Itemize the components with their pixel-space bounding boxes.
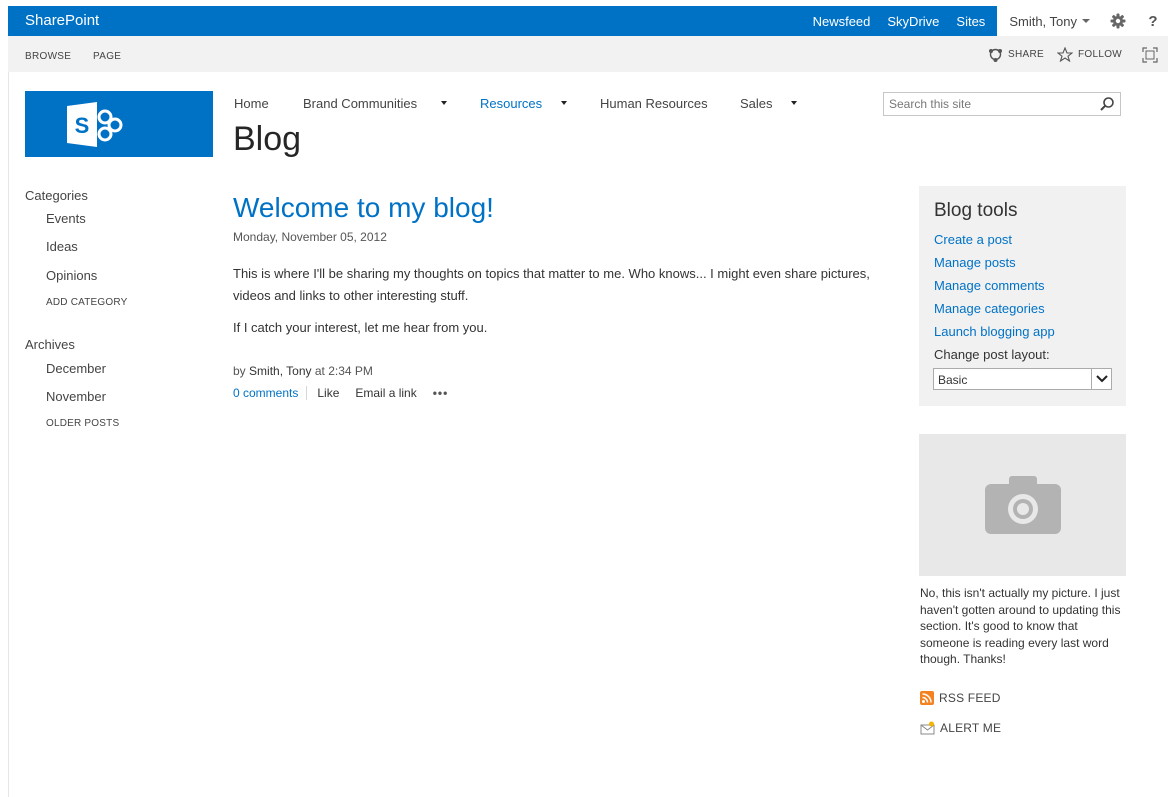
focus-icon: [1142, 47, 1158, 63]
ribbon-bar: BROWSE PAGE SHARE FOLLOW: [8, 36, 1168, 72]
nav-item-human-resources[interactable]: Human Resources: [600, 96, 708, 111]
settings-button[interactable]: [1098, 6, 1138, 36]
rss-icon: [920, 691, 934, 705]
chevron-down-icon: [1082, 19, 1090, 23]
user-menu[interactable]: Smith, Tony: [997, 6, 1098, 36]
svg-text:S: S: [75, 113, 90, 138]
post-layout-label: Change post layout:: [934, 347, 1050, 362]
nav-item-home[interactable]: Home: [234, 96, 269, 111]
post-layout-select[interactable]: Basic: [933, 368, 1112, 390]
ribbon-tab-browse[interactable]: BROWSE: [25, 51, 71, 62]
gear-icon: [1110, 13, 1126, 29]
post-layout-value: Basic: [938, 373, 968, 387]
search-icon: [1100, 97, 1114, 111]
categories-heading[interactable]: Categories: [25, 188, 88, 203]
user-name: Smith, Tony: [1009, 13, 1077, 29]
post-paragraph: If I catch your interest, let me hear fr…: [233, 320, 488, 335]
search-box: [883, 92, 1121, 116]
chevron-down-icon[interactable]: [791, 101, 797, 105]
email-link[interactable]: Email a link: [355, 386, 416, 400]
blog-tools-panel: Blog tools Create a post Manage posts Ma…: [919, 186, 1126, 406]
byline-prefix: by: [233, 364, 246, 378]
alert-icon: [920, 721, 935, 735]
like-link[interactable]: Like: [317, 386, 339, 400]
brand-label[interactable]: SharePoint: [25, 12, 99, 29]
ribbon-tab-page[interactable]: PAGE: [93, 51, 121, 62]
older-posts-link[interactable]: OLDER POSTS: [46, 418, 119, 429]
profile-picture: [919, 434, 1126, 576]
help-button[interactable]: ?: [1138, 6, 1168, 36]
post-time: at 2:34 PM: [314, 364, 373, 378]
post-byline: by Smith, Tony at 2:34 PM: [233, 364, 373, 378]
manage-posts-link[interactable]: Manage posts: [934, 255, 1016, 270]
blog-tools-title: Blog tools: [934, 200, 1018, 221]
follow-label: FOLLOW: [1078, 49, 1123, 60]
sharepoint-logo: S: [67, 102, 123, 147]
nav-item-sales[interactable]: Sales: [740, 96, 773, 111]
select-dropdown-button[interactable]: [1091, 369, 1111, 389]
focus-content-button[interactable]: [1142, 47, 1163, 63]
post-author[interactable]: Smith, Tony: [249, 364, 311, 378]
site-logo[interactable]: S: [25, 91, 213, 157]
category-ideas[interactable]: Ideas: [46, 239, 78, 254]
share-label: SHARE: [1008, 49, 1044, 60]
rss-feed-link[interactable]: RSS FEED: [920, 691, 1001, 705]
add-category-link[interactable]: ADD CATEGORY: [46, 297, 128, 308]
suite-link-newsfeed[interactable]: Newsfeed: [813, 14, 871, 29]
nav-item-brand-communities[interactable]: Brand Communities: [303, 96, 417, 111]
archive-december[interactable]: December: [46, 361, 106, 376]
chevron-down-icon[interactable]: [561, 101, 567, 105]
suite-links: Newsfeed SkyDrive Sites Smith, Tony ?: [813, 6, 1168, 36]
camera-icon: [984, 476, 1061, 534]
manage-categories-link[interactable]: Manage categories: [934, 301, 1045, 316]
post-paragraph: This is where I'll be sharing my thought…: [233, 266, 870, 303]
page-title: Blog: [233, 120, 302, 158]
post-actions: 0 comments Like Email a link •••: [233, 386, 448, 400]
suite-link-sites[interactable]: Sites: [956, 14, 985, 29]
comments-link[interactable]: 0 comments: [233, 386, 308, 400]
nav-item-resources[interactable]: Resources: [480, 96, 542, 111]
launch-blogging-app-link[interactable]: Launch blogging app: [934, 324, 1055, 339]
rss-feed-label: RSS FEED: [939, 691, 1001, 705]
create-post-link[interactable]: Create a post: [934, 232, 1012, 247]
chevron-down-icon[interactable]: [441, 101, 447, 105]
archives-heading[interactable]: Archives: [25, 337, 75, 352]
suite-link-skydrive[interactable]: SkyDrive: [887, 14, 939, 29]
suite-bar: SharePoint Newsfeed SkyDrive Sites Smith…: [8, 6, 1168, 36]
post-date: Monday, November 05, 2012: [233, 230, 387, 244]
follow-button[interactable]: FOLLOW: [1057, 47, 1122, 62]
post-title[interactable]: Welcome to my blog!: [233, 192, 494, 224]
search-button[interactable]: [1099, 96, 1115, 117]
manage-comments-link[interactable]: Manage comments: [934, 278, 1045, 293]
search-input[interactable]: [884, 93, 1084, 115]
share-icon: [989, 48, 1002, 62]
alert-me-link[interactable]: ALERT ME: [920, 721, 1001, 735]
more-options-icon[interactable]: •••: [433, 386, 449, 400]
star-icon: [1057, 47, 1073, 62]
category-opinions[interactable]: Opinions: [46, 268, 97, 283]
archive-november[interactable]: November: [46, 389, 106, 404]
share-button[interactable]: SHARE: [988, 47, 1044, 62]
chevron-down-icon: [1095, 375, 1108, 383]
post-body: This is where I'll be sharing my thought…: [233, 263, 903, 349]
picture-caption: No, this isn't actually my picture. I ju…: [920, 586, 1121, 666]
page-left-rule: [8, 72, 9, 797]
alert-me-label: ALERT ME: [940, 721, 1002, 735]
category-events[interactable]: Events: [46, 211, 86, 226]
